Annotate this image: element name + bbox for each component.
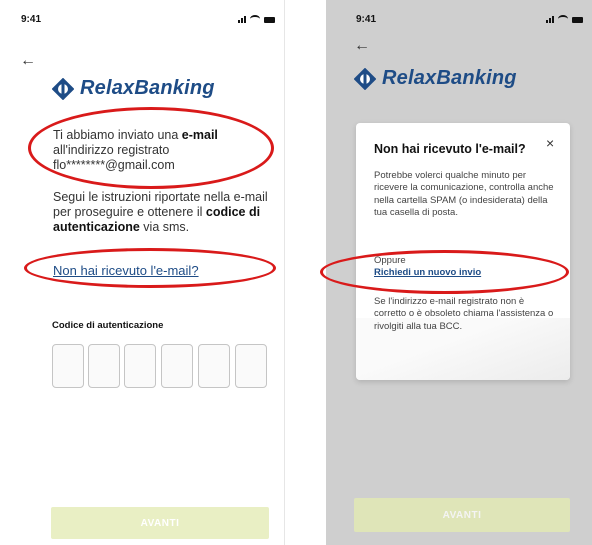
- avanti-button[interactable]: AVANTI: [354, 498, 570, 532]
- modal-or-label: Oppure: [374, 255, 406, 266]
- masked-email: flo********@gmail.com: [53, 158, 175, 172]
- code-digit-5[interactable]: [198, 344, 230, 388]
- code-digit-3[interactable]: [124, 344, 156, 388]
- logo-text-banking: Banking: [436, 67, 517, 89]
- status-time: 9:41: [356, 14, 377, 25]
- logo-mark-icon: [52, 77, 74, 100]
- code-digit-2[interactable]: [88, 344, 120, 388]
- status-icons: [238, 15, 275, 23]
- back-arrow-icon[interactable]: ←: [20, 52, 36, 70]
- back-arrow-icon[interactable]: ←: [354, 37, 370, 55]
- wifi-icon: [250, 15, 260, 23]
- battery-icon: [572, 17, 583, 23]
- status-time: 9:41: [21, 14, 42, 25]
- not-received-link[interactable]: Non hai ricevuto l'e-mail?: [53, 263, 199, 278]
- screen-email-sent: 9:41 ← RelaxBanking Ti abbiamo inviato u…: [0, 0, 285, 545]
- logo-text-relax: Relax: [382, 67, 437, 89]
- relaxbanking-logo: RelaxBanking: [354, 67, 517, 90]
- resend-link[interactable]: Richiedi un nuovo invio: [374, 267, 481, 278]
- wifi-icon: [558, 15, 568, 23]
- code-digit-6[interactable]: [235, 344, 267, 388]
- avanti-button[interactable]: AVANTI: [51, 507, 269, 539]
- code-digit-4[interactable]: [161, 344, 193, 388]
- code-label: Codice di autenticazione: [52, 320, 164, 331]
- code-digit-1[interactable]: [52, 344, 84, 388]
- logo-text-relax: Relax: [80, 77, 135, 99]
- modal-footer-text: Se l'indirizzo e-mail registrato non è c…: [374, 296, 554, 332]
- status-icons: [546, 15, 583, 23]
- instructions-text: Segui le istruzioni riportate nella e-ma…: [53, 190, 268, 234]
- logo-mark-icon: [354, 67, 376, 90]
- logo-text-banking: Banking: [134, 77, 215, 99]
- battery-icon: [264, 17, 275, 23]
- close-icon[interactable]: ×: [546, 135, 554, 151]
- relaxbanking-logo: RelaxBanking: [52, 77, 215, 100]
- signal-icon: [238, 16, 246, 23]
- modal-title: Non hai ricevuto l'e-mail?: [374, 142, 526, 156]
- not-received-modal: Non hai ricevuto l'e-mail? × Potrebbe vo…: [356, 123, 570, 380]
- modal-body-text: Potrebbe volerci qualche minuto per rice…: [374, 170, 554, 218]
- signal-icon: [546, 16, 554, 23]
- email-sent-message: Ti abbiamo inviato una e-mail all'indiri…: [53, 128, 218, 172]
